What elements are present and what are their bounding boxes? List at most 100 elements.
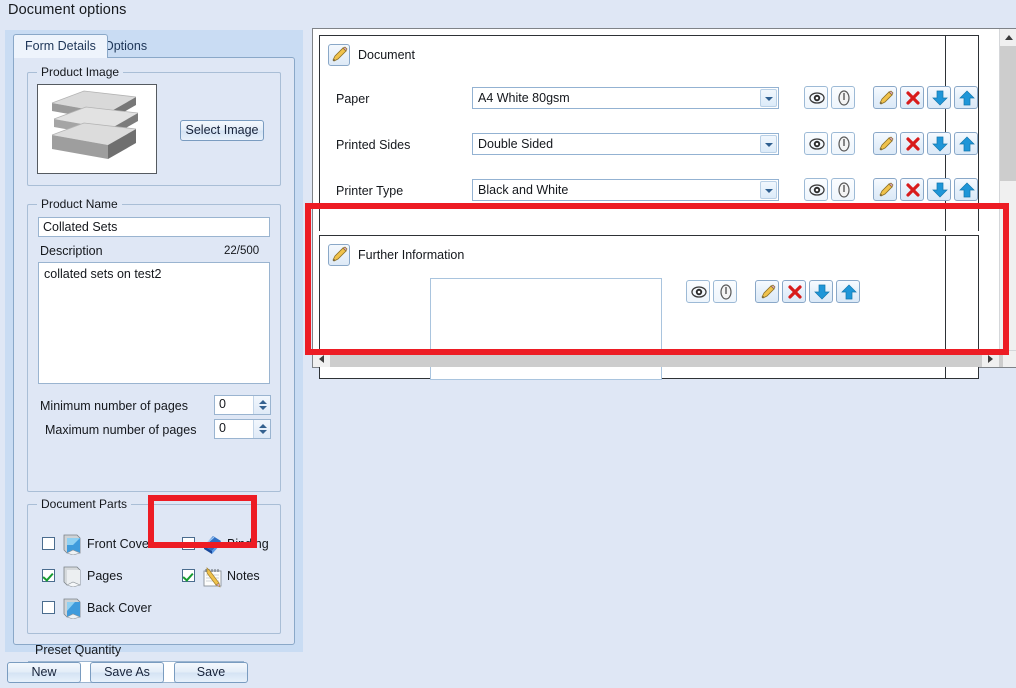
move-down-icon[interactable] [927,132,951,155]
form-details-panel: Form Details Options Product Image Selec… [5,30,303,683]
edit-pencil-icon[interactable] [328,44,350,66]
notes-checkbox[interactable] [182,569,195,582]
maximum-pages-value: 0 [219,421,226,435]
info-icon[interactable] [831,132,855,155]
tabstrip: Form Details Options [5,30,303,58]
paper-value: A4 White 80gsm [478,91,570,105]
vertical-scrollbar[interactable] [999,29,1016,367]
chevron-down-icon[interactable] [760,89,777,107]
front-cover-label: Front Cover [87,537,153,551]
edit-icon[interactable] [873,86,897,109]
delete-icon[interactable] [900,178,924,201]
save-button[interactable]: Save [174,662,248,683]
move-up-icon[interactable] [954,178,978,201]
printer-type-value: Black and White [478,183,569,197]
document-parts-group-title: Document Parts [37,497,132,511]
section-document: Document Paper A4 White 80gsm Printed Si… [319,35,979,231]
chevron-down-icon[interactable] [760,135,777,153]
minimum-pages-label: Minimum number of pages [40,399,188,413]
character-count: 22/500 [224,245,260,257]
document-part-binding[interactable]: Binding [182,533,292,557]
minimum-pages-stepper-buttons[interactable] [253,396,270,414]
stacked-paper-image [38,85,156,173]
delete-icon[interactable] [782,280,806,303]
paper-combobox[interactable]: A4 White 80gsm [472,87,779,109]
document-part-back-cover[interactable]: Back Cover [42,597,172,621]
field-row-printed-sides: Printed Sides Double Sided [320,130,978,164]
vertical-scrollbar-thumb[interactable] [1000,46,1016,181]
horizontal-scrollbar[interactable] [313,350,1016,367]
view-icon[interactable] [804,86,828,109]
scroll-left-button[interactable] [313,351,330,367]
caret-up-icon [1005,35,1013,40]
document-part-notes[interactable]: Notes [182,565,292,589]
move-down-icon[interactable] [927,178,951,201]
field-row-printer-type: Printer Type Black and White [320,176,978,210]
product-image-group: Product Image Select Image [27,65,281,186]
document-part-front-cover[interactable]: Front Cover [42,533,162,557]
minimum-pages-stepper[interactable]: 0 [214,395,271,415]
delete-icon[interactable] [900,132,924,155]
info-icon[interactable] [713,280,737,303]
move-up-icon[interactable] [954,132,978,155]
view-icon[interactable] [804,178,828,201]
select-image-button[interactable]: Select Image [180,120,264,141]
new-button[interactable]: New [7,662,81,683]
preset-quantity-label: Preset Quantity [35,643,122,657]
description-textarea[interactable] [38,262,270,384]
move-down-icon[interactable] [927,86,951,109]
back-cover-label: Back Cover [87,601,152,615]
product-image-thumbnail[interactable] [37,84,157,174]
caret-right-icon [988,355,993,363]
stepper-up-icon[interactable] [259,424,267,428]
document-part-pages[interactable]: Pages [42,565,162,589]
info-icon[interactable] [831,178,855,201]
paper-label: Paper [336,92,370,106]
printed-sides-label: Printed Sides [336,138,411,152]
stepper-down-icon[interactable] [259,406,267,410]
caret-left-icon [319,355,324,363]
chevron-down-icon[interactable] [760,181,777,199]
stepper-down-icon[interactable] [259,430,267,434]
printer-type-label: Printer Type [336,184,404,198]
document-parts-group: Document Parts Front Cover Binding Pages… [27,497,281,634]
save-as-button[interactable]: Save As [90,662,164,683]
book-back-icon [61,598,83,620]
back-cover-checkbox[interactable] [42,601,55,614]
pages-checkbox[interactable] [42,569,55,582]
scroll-up-button[interactable] [1000,29,1016,46]
field-row-paper: Paper A4 White 80gsm [320,84,978,118]
move-up-icon[interactable] [954,86,978,109]
product-name-group: Product Name Description 22/500 Minimum … [27,197,281,492]
printer-type-combobox[interactable]: Black and White [472,179,779,201]
printed-sides-value: Double Sided [478,137,554,151]
printed-sides-combobox[interactable]: Double Sided [472,133,779,155]
tab-panel-form-details: Product Image Select Image Product Name … [13,57,295,683]
edit-icon[interactable] [755,280,779,303]
product-name-input[interactable] [38,217,270,237]
notes-label: Notes [227,569,260,583]
edit-pencil-icon[interactable] [328,244,350,266]
stepper-up-icon[interactable] [259,400,267,404]
edit-icon[interactable] [873,178,897,201]
section-further-information-title: Further Information [358,248,465,262]
view-icon[interactable] [804,132,828,155]
minimum-pages-value: 0 [219,397,226,411]
edit-icon[interactable] [873,132,897,155]
horizontal-scrollbar-thumb[interactable] [330,351,1003,367]
binding-icon [201,534,223,555]
delete-icon[interactable] [900,86,924,109]
info-icon[interactable] [831,86,855,109]
binding-label: Binding [227,537,269,551]
maximum-pages-stepper-buttons[interactable] [253,420,270,438]
binding-checkbox[interactable] [182,537,195,550]
front-cover-checkbox[interactable] [42,537,55,550]
scroll-right-button[interactable] [982,351,999,367]
move-up-icon[interactable] [836,280,860,303]
maximum-pages-stepper[interactable]: 0 [214,419,271,439]
notes-pencil-icon [201,566,223,588]
view-icon[interactable] [686,280,710,303]
move-down-icon[interactable] [809,280,833,303]
tab-form-details[interactable]: Form Details [13,34,108,58]
maximum-pages-label: Maximum number of pages [45,423,197,437]
